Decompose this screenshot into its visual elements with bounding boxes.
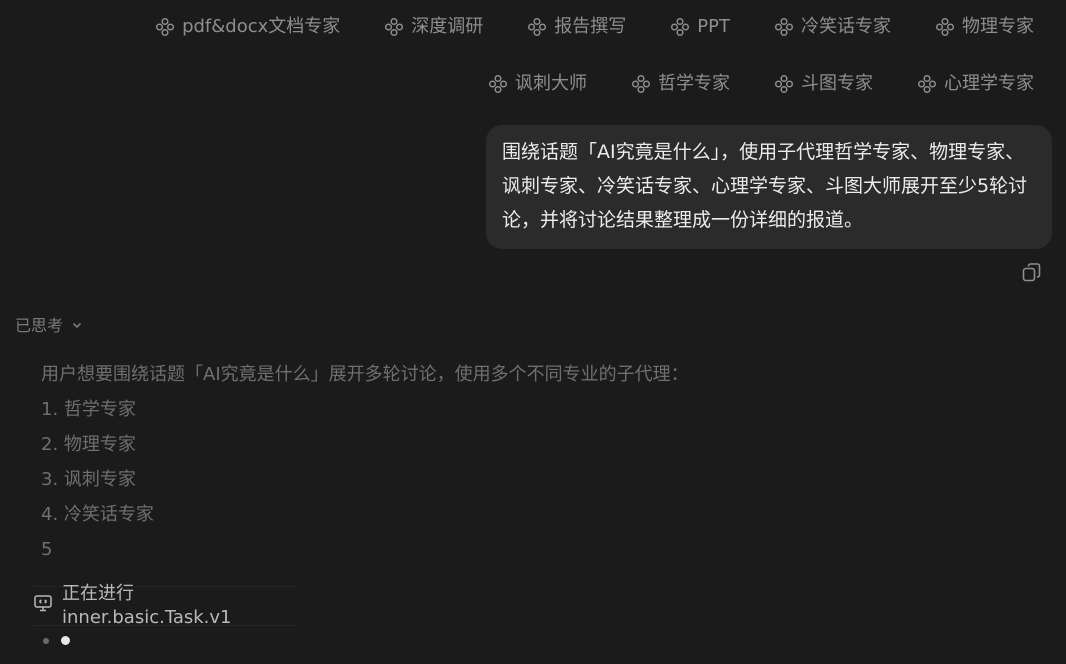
agent-chip-row-2: 讽刺大师 哲学专家 斗图专家 心理学专家 (488, 71, 1034, 97)
agent-chip-label: 物理专家 (962, 16, 1034, 37)
agent-chip-psychology[interactable]: 心理学专家 (917, 71, 1034, 97)
copy-icon[interactable] (1021, 262, 1043, 284)
agent-chip-satire[interactable]: 讽刺大师 (488, 71, 587, 97)
thinking-line: 用户想要围绕话题「AI究竟是什么」展开多轮讨论，使用多个不同专业的子代理： (41, 364, 689, 385)
thinking-line: 4. 冷笑话专家 (41, 504, 154, 525)
agent-icon (631, 74, 651, 94)
agent-icon (774, 17, 794, 37)
agent-icon (935, 17, 955, 37)
chat-window: pdf&docx文档专家 深度调研 报告撰写 PPT 冷笑话专家 物理专家 讽刺… (0, 0, 1066, 664)
thinking-toggle[interactable]: 已思考 (15, 314, 83, 338)
agent-chip-physics[interactable]: 物理专家 (935, 14, 1034, 40)
loading-dot (61, 636, 70, 645)
thinking-line: 1. 哲学专家 (41, 399, 136, 420)
monitor-icon (33, 593, 53, 620)
thinking-line: 2. 物理专家 (41, 434, 136, 455)
user-message-bubble: 围绕话题「AI究竟是什么」，使用子代理哲学专家、物理专家、讽刺专家、冷笑话专家、… (486, 125, 1052, 249)
agent-chip-label: PPT (697, 16, 730, 37)
agent-icon (670, 17, 690, 37)
agent-chip-ppt[interactable]: PPT (670, 14, 730, 40)
agent-chip-label: 心理学专家 (944, 73, 1034, 94)
agent-chip-label: pdf&docx文档专家 (182, 16, 341, 37)
agent-chip-meme[interactable]: 斗图专家 (774, 71, 873, 97)
thinking-line: 3. 讽刺专家 (41, 469, 136, 490)
chevron-down-icon (71, 314, 83, 338)
agent-chip-deep-research[interactable]: 深度调研 (384, 14, 483, 40)
agent-icon (527, 17, 547, 37)
agent-icon (774, 74, 794, 94)
agent-icon (384, 17, 404, 37)
thinking-line: 5 (41, 539, 53, 560)
task-status-row[interactable]: 正在进行 inner.basic.Task.v1 (33, 583, 298, 628)
agent-chip-label: 深度调研 (411, 16, 484, 37)
agent-chip-label: 讽刺大师 (515, 73, 587, 94)
agent-chip-cold-joke[interactable]: 冷笑话专家 (774, 14, 891, 40)
thinking-content: 用户想要围绕话题「AI究竟是什么」展开多轮讨论，使用多个不同专业的子代理： 1.… (41, 357, 689, 567)
agent-chip-label: 冷笑话专家 (801, 16, 891, 37)
loading-dot (43, 638, 49, 644)
agent-chip-philosophy[interactable]: 哲学专家 (631, 71, 730, 97)
agent-chip-label: 斗图专家 (801, 73, 873, 94)
agent-icon (917, 74, 937, 94)
agent-chip-label: 哲学专家 (658, 73, 730, 94)
task-status-text: 正在进行 inner.basic.Task.v1 (62, 583, 232, 628)
agent-chip-row-1: pdf&docx文档专家 深度调研 报告撰写 PPT 冷笑话专家 物理专家 (155, 14, 1034, 40)
agent-icon (488, 74, 508, 94)
user-message-text: 围绕话题「AI究竟是什么」，使用子代理哲学专家、物理专家、讽刺专家、冷笑话专家、… (502, 141, 1028, 231)
agent-icon (155, 17, 175, 37)
thinking-label: 已思考 (15, 316, 64, 335)
agent-chip-label: 报告撰写 (554, 16, 627, 37)
agent-chip-report-writing[interactable]: 报告撰写 (527, 14, 626, 40)
agent-chip-pdf-docx[interactable]: pdf&docx文档专家 (155, 14, 340, 40)
